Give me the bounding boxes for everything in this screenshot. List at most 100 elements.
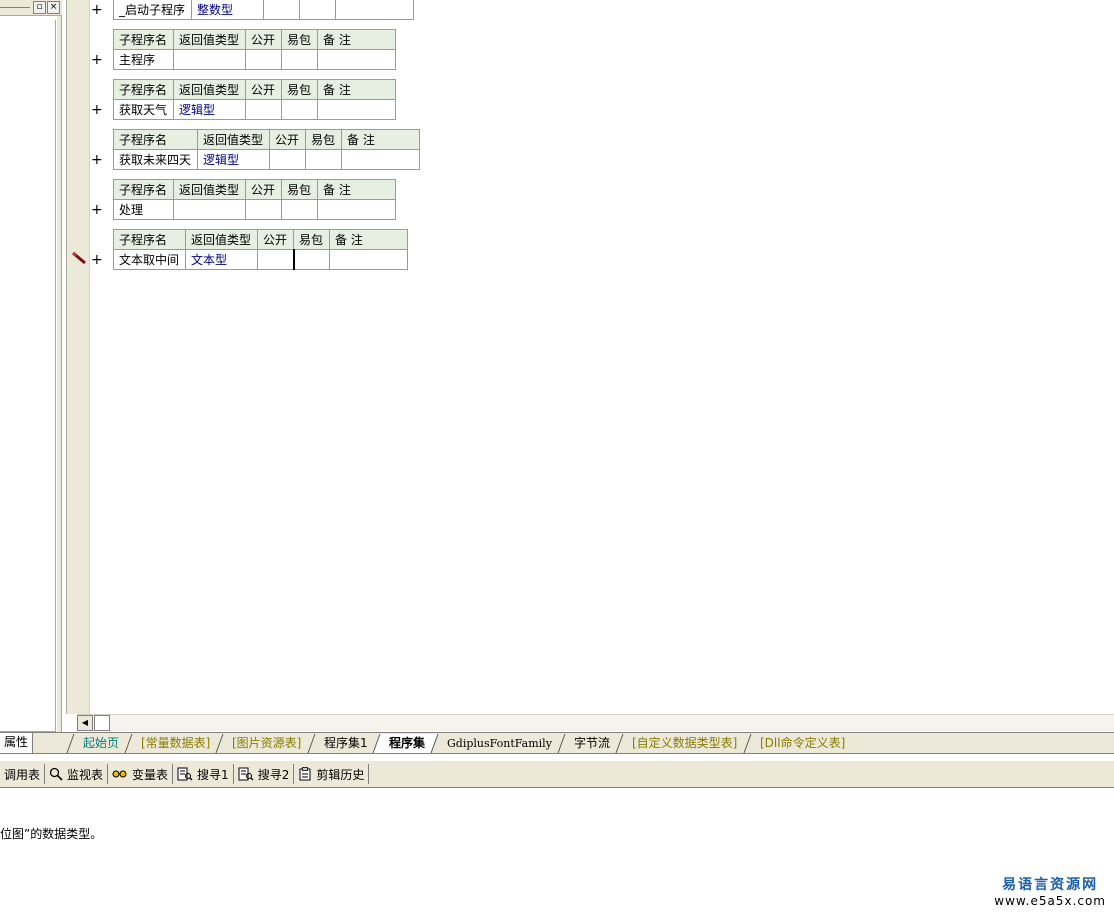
header-cell: 返回值类型 xyxy=(173,79,246,100)
property-list[interactable] xyxy=(0,20,56,732)
header-cell: 子程序名 xyxy=(113,79,174,100)
clipboard-history-button[interactable]: 剪辑历史 xyxy=(294,764,370,784)
tab-program-set-1[interactable]: 程序集1 xyxy=(307,734,380,753)
panel-splitter[interactable] xyxy=(57,16,62,734)
header-cell: 备 注 xyxy=(317,79,396,100)
remark-cell[interactable] xyxy=(341,149,420,170)
header-cell: 子程序名 xyxy=(113,29,174,50)
expand-icon[interactable]: + xyxy=(91,103,103,117)
tab-custom-types[interactable]: [自定义数据类型表] xyxy=(615,734,751,753)
header-cell: 子程序名 xyxy=(113,229,186,250)
output-toolbar: 调用表 监视表 变量表 搜寻1 搜寻2 剪辑历史 xyxy=(0,760,1114,788)
remark-cell[interactable] xyxy=(317,49,396,70)
return-type-cell[interactable]: 逻辑型 xyxy=(197,149,270,170)
easy-pack-cell[interactable] xyxy=(281,99,318,120)
subprogram-table[interactable]: 子程序名 返回值类型 公开 易包 备 注 处理 xyxy=(113,179,396,220)
tab-start-page[interactable]: 起始页 xyxy=(66,734,132,753)
header-cell: 公开 xyxy=(269,129,306,150)
variable-table-button[interactable]: 变量表 xyxy=(108,764,174,784)
header-cell: 易包 xyxy=(293,229,330,250)
header-cell: 返回值类型 xyxy=(173,29,246,50)
tab-program-set[interactable]: 程序集 xyxy=(372,734,438,753)
tab-properties[interactable]: 属性 xyxy=(0,733,34,753)
subprogram-table[interactable]: 子程序名 返回值类型 公开 易包 备 注 文本取中间 文本型 xyxy=(113,229,408,270)
tool-label: 剪辑历史 xyxy=(316,767,365,782)
magnifier-icon xyxy=(49,767,63,781)
return-type-cell[interactable] xyxy=(173,199,246,220)
search-2-button[interactable]: 搜寻2 xyxy=(234,764,295,784)
header-cell: 备 注 xyxy=(317,179,396,200)
document-tab-bar: 属性 起始页 [常量数据表] [图片资源表] 程序集1 程序集 GdiplusF… xyxy=(0,732,1114,754)
expand-icon[interactable]: + xyxy=(91,53,103,67)
tab-constants[interactable]: [常量数据表] xyxy=(124,734,223,753)
tool-label: 调用表 xyxy=(4,767,41,782)
public-cell[interactable] xyxy=(245,49,282,70)
subprogram-name-cell[interactable]: 主程序 xyxy=(113,49,174,70)
scroll-thumb[interactable] xyxy=(94,715,110,731)
remark-cell[interactable] xyxy=(335,0,414,20)
editor-gutter xyxy=(66,0,90,714)
remark-cell[interactable] xyxy=(317,199,396,220)
header-cell: 备 注 xyxy=(317,29,396,50)
subprogram-table[interactable]: _启动子程序 整数型 xyxy=(113,0,414,20)
tab-dll-commands[interactable]: [Dll命令定义表] xyxy=(743,734,858,753)
call-table-button[interactable]: 调用表 xyxy=(0,764,46,784)
easy-pack-cell[interactable] xyxy=(292,249,330,270)
expand-icon[interactable]: + xyxy=(91,253,103,267)
search-doc-icon xyxy=(238,767,254,781)
scroll-left-icon[interactable]: ◀ xyxy=(77,715,93,731)
header-cell: 返回值类型 xyxy=(197,129,270,150)
public-cell[interactable] xyxy=(245,199,282,220)
return-type-cell[interactable] xyxy=(173,49,246,70)
subprogram-table[interactable]: 子程序名 返回值类型 公开 易包 备 注 主程序 xyxy=(113,29,396,70)
subprogram-name-cell[interactable]: 处理 xyxy=(113,199,174,220)
expand-icon[interactable]: + xyxy=(91,153,103,167)
header-cell: 公开 xyxy=(245,79,282,100)
easy-pack-cell[interactable] xyxy=(305,149,342,170)
variables-icon xyxy=(112,770,127,778)
tool-label: 搜寻2 xyxy=(257,767,290,782)
easy-pack-cell[interactable] xyxy=(299,0,336,20)
expand-icon[interactable]: + xyxy=(91,203,103,217)
horizontal-scrollbar[interactable]: ◀ xyxy=(77,714,1114,731)
search-doc-icon xyxy=(177,767,193,781)
subprogram-table[interactable]: 子程序名 返回值类型 公开 易包 备 注 获取未来四天 逻辑型 xyxy=(113,129,420,170)
subprogram-table[interactable]: 子程序名 返回值类型 公开 易包 备 注 获取天气 逻辑型 xyxy=(113,79,396,120)
watch-table-button[interactable]: 监视表 xyxy=(45,764,109,784)
subprogram-name-cell[interactable]: _启动子程序 xyxy=(113,0,192,20)
search-1-button[interactable]: 搜寻1 xyxy=(173,764,234,784)
public-cell[interactable] xyxy=(257,249,294,270)
subprogram-name-cell[interactable]: 获取天气 xyxy=(113,99,174,120)
public-cell[interactable] xyxy=(263,0,300,20)
maximize-icon[interactable]: ▫ xyxy=(33,1,46,14)
public-cell[interactable] xyxy=(269,149,306,170)
watermark-title: 易语言资源网 xyxy=(1002,877,1099,893)
watermark-logo: 易语言资源网 www.e5a5x.com xyxy=(994,874,1106,908)
public-cell[interactable] xyxy=(245,99,282,120)
subprogram-name-cell[interactable]: 获取未来四天 xyxy=(113,149,198,170)
header-cell: 公开 xyxy=(245,179,282,200)
easy-pack-cell[interactable] xyxy=(281,199,318,220)
remark-cell[interactable] xyxy=(317,99,396,120)
header-cell: 易包 xyxy=(281,179,318,200)
remark-cell[interactable] xyxy=(329,249,408,270)
header-cell: 公开 xyxy=(257,229,294,250)
output-panel[interactable]: 位图”的数据类型。 易语言资源网 www.e5a5x.com xyxy=(0,789,1114,914)
return-type-cell[interactable]: 逻辑型 xyxy=(173,99,246,120)
subprogram-name-cell[interactable]: 文本取中间 xyxy=(113,249,186,270)
header-cell: 易包 xyxy=(281,79,318,100)
tab-image-resources[interactable]: [图片资源表] xyxy=(215,734,315,753)
tool-label: 监视表 xyxy=(67,767,104,782)
easy-pack-cell[interactable] xyxy=(281,49,318,70)
edit-pen-icon xyxy=(72,251,86,265)
tab-gdiplus-font-family[interactable]: GdiplusFontFamily xyxy=(430,734,565,753)
tab-byte-stream[interactable]: 字节流 xyxy=(557,734,623,753)
close-icon[interactable]: × xyxy=(47,1,60,14)
header-cell: 备 注 xyxy=(329,229,408,250)
return-type-cell[interactable]: 整数型 xyxy=(191,0,264,20)
header-cell: 易包 xyxy=(281,29,318,50)
expand-icon[interactable]: + xyxy=(91,3,103,17)
return-type-cell[interactable]: 文本型 xyxy=(185,249,258,270)
panel-title-strip: ▫ × xyxy=(0,0,62,16)
header-cell: 备 注 xyxy=(341,129,420,150)
